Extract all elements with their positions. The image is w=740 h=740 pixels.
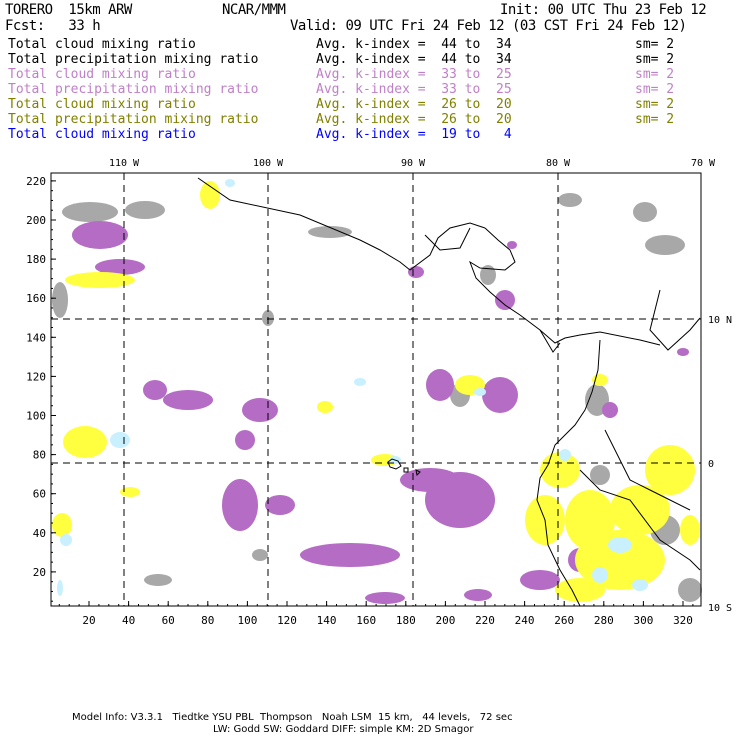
latitude-label: 10 N [708,315,732,326]
purple-cloud-area [143,380,167,400]
yellow-cloud-area [317,401,333,413]
x-tick-label: 40 [122,614,135,627]
yellow-cloud-area [63,426,107,458]
x-tick-label: 20 [82,614,95,627]
gray-cloud-area [645,235,685,255]
purple-cloud-area [242,398,278,422]
y-tick-label: 40 [33,527,46,540]
yellow-cloud-area [200,181,220,209]
gray-cloud-area [252,549,268,561]
gray-cloud-area [52,282,68,318]
yellow-cloud-area [680,515,700,545]
lightblue-cloud-area [474,388,486,396]
yellow-cloud-area [52,513,72,537]
purple-cloud-area [677,348,689,356]
y-tick-label: 120 [26,370,46,383]
x-tick-label: 160 [356,614,376,627]
purple-cloud-area [222,479,258,531]
y-tick-label: 200 [26,214,46,227]
longitude-label: 70 W [691,158,716,169]
purple-cloud-area [235,430,255,450]
y-tick-label: 220 [26,175,46,188]
x-tick-label: 280 [594,614,614,627]
lightblue-cloud-area [225,179,235,187]
x-tick-label: 240 [515,614,535,627]
coastline [424,227,471,251]
gray-cloud-area [144,574,172,586]
lightblue-cloud-area [60,534,72,546]
lightblue-cloud-area [354,378,366,386]
purple-cloud-area [163,390,213,410]
longitude-label: 100 W [253,158,284,169]
coastline [469,227,661,346]
purple-cloud-area [495,290,515,310]
lightblue-cloud-area [592,567,608,583]
lightblue-cloud-area [559,449,571,461]
gray-cloud-area [590,465,610,485]
y-tick-label: 140 [26,331,46,344]
coastline [197,177,486,271]
purple-cloud-area [464,589,492,601]
purple-cloud-area [602,402,618,418]
gray-cloud-area [633,202,657,222]
purple-cloud-area [72,221,128,249]
lightblue-cloud-area [632,579,648,591]
purple-cloud-area [520,570,560,590]
x-tick-label: 220 [475,614,495,627]
gray-cloud-area [125,201,165,219]
longitude-label: 80 W [546,158,571,169]
x-tick-label: 300 [633,614,653,627]
purple-cloud-area [300,543,400,567]
purple-cloud-area [265,495,295,515]
y-tick-label: 100 [26,410,46,423]
coastline [539,329,561,353]
purple-cloud-area [400,468,460,492]
purple-cloud-area [482,377,518,413]
yellow-cloud-area [120,487,140,497]
x-tick-label: 140 [317,614,337,627]
y-tick-label: 180 [26,253,46,266]
x-tick-label: 100 [237,614,257,627]
lightblue-cloud-area [608,537,632,553]
x-tick-label: 120 [277,614,297,627]
footer-model-info: Model Info: V3.3.1 Tiedtke YSU PBL Thomp… [72,712,513,723]
footer-physics: LW: Godd SW: Goddard DIFF: simple KM: 2D… [213,724,474,735]
gray-cloud-area [678,578,702,602]
coastline [649,289,701,351]
y-tick-label: 160 [26,292,46,305]
longitude-label: 110 W [109,158,140,169]
x-tick-label: 260 [554,614,574,627]
longitude-label: 90 W [401,158,426,169]
x-tick-label: 180 [396,614,416,627]
y-tick-label: 80 [33,449,46,462]
y-tick-label: 60 [33,488,46,501]
purple-cloud-area [365,592,405,604]
gray-cloud-area [62,202,118,222]
x-tick-label: 80 [201,614,214,627]
gray-cloud-area [558,193,582,207]
lightblue-cloud-area [110,432,130,448]
latitude-label: 10 S [708,603,732,614]
x-tick-label: 60 [162,614,175,627]
x-tick-label: 200 [435,614,455,627]
purple-cloud-area [507,241,517,249]
map-plot: 20 40 60 80 100 120 140 160 180 200 220 240 260 280 30… [26,158,732,627]
purple-cloud-area [408,266,424,278]
lightblue-cloud-area [57,580,63,596]
x-tick-label: 320 [673,614,693,627]
y-tick-label: 20 [33,566,46,579]
purple-cloud-area [426,369,454,401]
latitude-label: 0 [708,459,714,470]
yellow-cloud-area [610,485,670,535]
